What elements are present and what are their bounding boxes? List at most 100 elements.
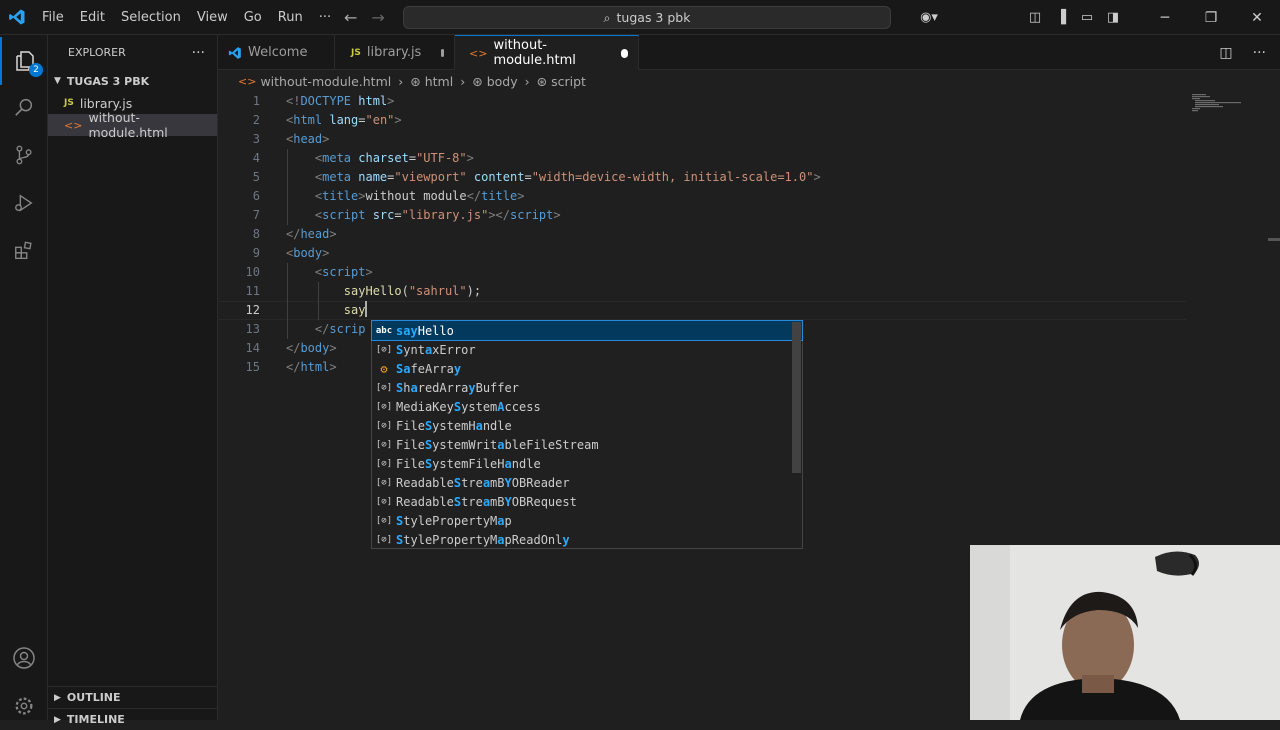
suggestion-item[interactable]: ⚙ SafeArray: [372, 359, 802, 378]
code-line[interactable]: 5 <meta name="viewport" content="width=d…: [218, 168, 1188, 187]
menu-run[interactable]: Run: [270, 0, 311, 35]
code-token: name: [358, 170, 388, 184]
suggestion-item[interactable]: [⊘] FileSystemWritableFileStream: [372, 435, 802, 454]
unsaved-dot-icon[interactable]: [620, 48, 628, 58]
code-line[interactable]: 7 <script src="library.js"></script>: [218, 206, 1188, 225]
code-line[interactable]: 10 <script>: [218, 263, 1188, 282]
accounts-activity[interactable]: [0, 634, 48, 682]
unsaved-dot-icon[interactable]: [441, 48, 444, 57]
variable-icon: [⊘]: [375, 496, 393, 507]
menu-go[interactable]: Go: [236, 0, 270, 35]
menu-edit[interactable]: Edit: [72, 0, 113, 35]
code-token: (: [401, 284, 409, 298]
suggestion-label: SafeArray: [396, 361, 462, 376]
code-token: "viewport": [394, 170, 474, 184]
breadcrumb-item[interactable]: html: [425, 74, 453, 89]
code-token: meta: [322, 151, 359, 165]
toggle-primary-sidebar-icon[interactable]: ▐: [1048, 10, 1074, 25]
line-number: 4: [252, 151, 260, 165]
minimap[interactable]: [1192, 92, 1252, 132]
restore-icon[interactable]: ❐: [1188, 10, 1234, 26]
code-token: <: [286, 208, 323, 222]
source-control-activity[interactable]: [0, 131, 48, 179]
forward-arrow-icon[interactable]: →: [371, 8, 384, 27]
suggestion-item[interactable]: [⊘] SharedArrayBuffer: [372, 378, 802, 397]
variable-icon: [⊘]: [375, 515, 393, 526]
code-line[interactable]: 6 <title>without module</title>: [218, 187, 1188, 206]
run-debug-activity[interactable]: [0, 179, 48, 227]
line-text: <meta charset="UTF-8">: [286, 149, 474, 168]
tab-library-js[interactable]: JS library.js: [335, 35, 455, 70]
code-token: =: [524, 170, 532, 184]
breadcrumb-item[interactable]: script: [551, 74, 586, 89]
code-line[interactable]: 4 <meta charset="UTF-8">: [218, 149, 1188, 168]
code-line[interactable]: 1 <!DOCTYPE html>: [218, 92, 1188, 111]
file-name: without-module.html: [88, 110, 168, 140]
outline-section[interactable]: ▶ OUTLINE: [48, 686, 218, 708]
suggestion-item[interactable]: [⊘] ReadableStreamBYOBRequest: [372, 492, 802, 511]
tab-without-module-html[interactable]: <> without-module.html: [455, 35, 639, 70]
toggle-secondary-sidebar-icon[interactable]: ◨: [1100, 10, 1126, 25]
suggestion-scrollbar[interactable]: [792, 322, 801, 473]
minimize-icon[interactable]: ─: [1142, 10, 1188, 26]
element-icon: ⊛: [472, 73, 483, 89]
copilot-icon[interactable]: ◉▾: [912, 10, 946, 25]
code-token: html: [358, 94, 388, 108]
html-file-icon: <>: [469, 46, 488, 60]
tab-welcome[interactable]: Welcome: [218, 35, 335, 70]
explorer-activity[interactable]: 2: [0, 37, 48, 85]
extensions-activity[interactable]: [0, 227, 48, 275]
code-line[interactable]: 11 sayHello("sahrul");: [218, 282, 1188, 301]
command-center-search[interactable]: ⌕ tugas 3 pbk: [403, 6, 891, 29]
suggestion-item[interactable]: abc sayHello: [371, 320, 803, 341]
code-token: >: [394, 113, 402, 127]
back-arrow-icon[interactable]: ←: [344, 8, 357, 27]
manage-activity[interactable]: [0, 682, 48, 730]
html-file-icon: <>: [64, 118, 83, 132]
suggestion-item[interactable]: [⊘] FileSystemHandle: [372, 416, 802, 435]
code-token: src: [372, 208, 395, 222]
suggestion-item[interactable]: [⊘] StylePropertyMap: [372, 511, 802, 530]
code-line[interactable]: 12 say: [218, 301, 1188, 320]
timeline-section[interactable]: ▶ TIMELINE: [48, 708, 218, 730]
code-token: script: [322, 265, 366, 279]
title-bar: File Edit Selection View Go Run ··· ← → …: [0, 0, 1280, 35]
menu-file[interactable]: File: [34, 0, 72, 35]
toggle-panel-icon[interactable]: ▭: [1074, 10, 1100, 25]
scrollbar-indicator[interactable]: [1268, 238, 1280, 241]
customize-layout-icon[interactable]: ◫: [1022, 10, 1048, 25]
workspace-folder[interactable]: ▼ TUGAS 3 PBK: [48, 70, 217, 92]
search-activity[interactable]: [0, 83, 48, 131]
menu-more[interactable]: ···: [311, 0, 339, 35]
code-line[interactable]: 3 <head>: [218, 130, 1188, 149]
class-icon: ⚙: [380, 361, 388, 376]
code-token: <: [286, 265, 323, 279]
code-line[interactable]: 2 <html lang="en">: [218, 111, 1188, 130]
chevron-right-icon: ›: [524, 73, 530, 89]
breadcrumb-item[interactable]: body: [487, 74, 518, 89]
suggestion-item[interactable]: [⊘] FileSystemFileHandle: [372, 454, 802, 473]
suggestion-item[interactable]: [⊘] ReadableStreamBYOBReader: [372, 473, 802, 492]
suggestion-item[interactable]: [⊘] MediaKeySystemAccess: [372, 397, 802, 416]
split-editor-icon[interactable]: ◫: [1219, 45, 1232, 61]
code-token: </: [286, 227, 301, 241]
more-actions-icon[interactable]: ···: [192, 45, 205, 61]
line-text: say: [286, 301, 368, 320]
tab-label: library.js: [366, 45, 422, 60]
more-actions-icon[interactable]: ···: [1253, 45, 1266, 61]
line-text: <body>: [286, 244, 329, 263]
code-token: ></: [488, 208, 511, 222]
file-item-without-module-html[interactable]: <> without-module.html: [48, 110, 217, 140]
suggestion-item[interactable]: [⊘] SyntaxError: [372, 340, 802, 359]
breadcrumb-item[interactable]: without-module.html: [260, 74, 391, 89]
vscode-logo-icon: [228, 46, 241, 59]
line-text: <script>: [286, 263, 373, 282]
code-line[interactable]: 9 <body>: [218, 244, 1188, 263]
close-icon[interactable]: ✕: [1234, 10, 1280, 26]
code-line[interactable]: 8 </head>: [218, 225, 1188, 244]
menu-view[interactable]: View: [189, 0, 236, 35]
line-number: 5: [252, 170, 260, 184]
menu-selection[interactable]: Selection: [113, 0, 189, 35]
suggestion-item[interactable]: [⊘] StylePropertyMapReadOnly: [372, 530, 802, 549]
